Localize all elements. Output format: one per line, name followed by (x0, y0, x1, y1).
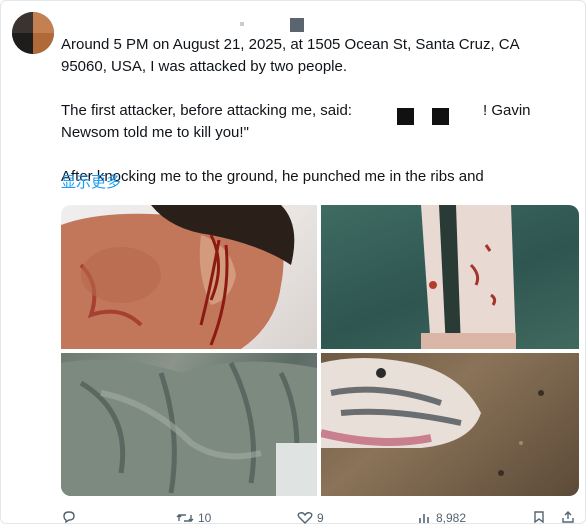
tweet-paragraph-2-end: Newsom told me to kill you!" (61, 124, 249, 141)
injured-face-photo[interactable] (61, 205, 317, 349)
tweet-paragraph-2-mid: ! Gavin (482, 102, 531, 119)
show-more-link[interactable]: 显示更多 (61, 173, 121, 193)
torn-jacket-photo[interactable] (61, 353, 317, 496)
tweet-paragraph-2-start: The first attacker, before attacking me,… (61, 102, 352, 119)
like-button[interactable]: 9 (297, 511, 324, 525)
redacted-mark (397, 108, 414, 125)
reply-icon (62, 511, 76, 523)
views-icon (418, 512, 432, 524)
heart-icon (297, 512, 313, 524)
tweet-paragraph-3: After knocking me to the ground, he punc… (61, 168, 484, 185)
retweet-icon (176, 512, 194, 524)
share-button[interactable] (562, 511, 574, 523)
bloody-leg-photo[interactable] (321, 205, 579, 349)
avatar[interactable] (12, 12, 54, 54)
tweet-paragraph-1: Around 5 PM on August 21, 2025, at 1505 … (61, 36, 519, 75)
tweet-actions: 10 9 8,982 (0, 506, 586, 525)
bookmark-button[interactable] (533, 511, 545, 523)
redacted-mark (290, 18, 304, 32)
reply-button[interactable] (62, 511, 80, 523)
shoe-on-ground-photo[interactable] (321, 353, 579, 496)
redacted-mark (240, 22, 244, 26)
bookmark-icon (533, 511, 545, 523)
share-icon (562, 511, 574, 523)
redacted-mark (432, 108, 449, 125)
retweet-button[interactable]: 10 (176, 511, 211, 525)
views-button[interactable]: 8,982 (418, 511, 466, 525)
views-count: 8,982 (436, 511, 467, 525)
photo-grid (61, 205, 579, 496)
like-count: 9 (317, 511, 324, 525)
retweet-count: 10 (198, 511, 212, 525)
tweet-paragraph-2: The first attacker, before attacking me,… (61, 100, 561, 144)
tweet-text: Around 5 PM on August 21, 2025, at 1505 … (61, 34, 561, 188)
